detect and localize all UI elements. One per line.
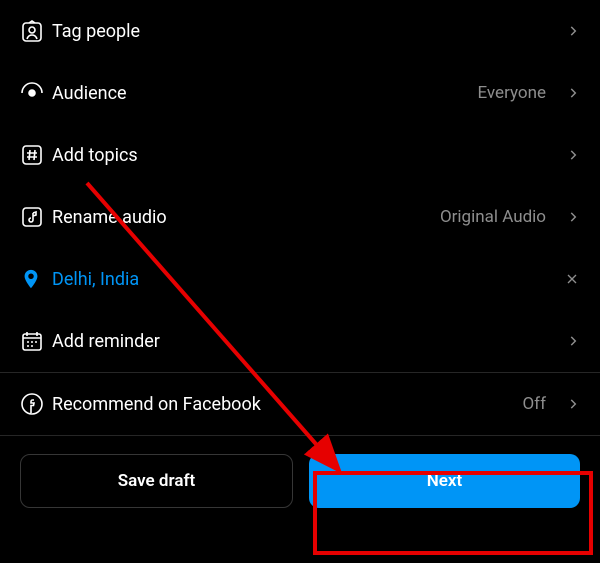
chevron-right-icon — [556, 210, 580, 224]
close-icon[interactable] — [556, 271, 580, 287]
save-draft-button[interactable]: Save draft — [20, 454, 293, 508]
recommend-facebook-label: Recommend on Facebook — [52, 394, 522, 415]
next-button[interactable]: Next — [309, 454, 580, 508]
tag-people-label: Tag people — [52, 21, 556, 42]
location-row[interactable]: Delhi, India — [0, 248, 600, 310]
location-label: Delhi, India — [52, 269, 556, 290]
rename-audio-value: Original Audio — [440, 207, 546, 227]
chevron-right-icon — [556, 334, 580, 348]
rename-audio-label: Rename audio — [52, 207, 440, 228]
add-reminder-label: Add reminder — [52, 331, 556, 352]
save-draft-label: Save draft — [118, 471, 195, 491]
chevron-right-icon — [556, 86, 580, 100]
hashtag-icon — [20, 143, 52, 167]
audience-row[interactable]: Audience Everyone — [0, 62, 600, 124]
audio-icon — [20, 205, 52, 229]
audience-label: Audience — [52, 83, 477, 104]
tag-people-icon — [20, 19, 52, 43]
options-list: Tag people Audience Everyone — [0, 0, 600, 436]
chevron-right-icon — [556, 148, 580, 162]
audience-icon — [20, 81, 52, 105]
add-topics-label: Add topics — [52, 145, 556, 166]
next-label: Next — [427, 471, 463, 491]
tag-people-row[interactable]: Tag people — [0, 0, 600, 62]
recommend-facebook-row[interactable]: Recommend on Facebook Off — [0, 373, 600, 435]
chevron-right-icon — [556, 397, 580, 411]
recommend-facebook-value: Off — [522, 394, 546, 414]
chevron-right-icon — [556, 24, 580, 38]
audience-value: Everyone — [477, 83, 546, 103]
rename-audio-row[interactable]: Rename audio Original Audio — [0, 186, 600, 248]
facebook-icon — [20, 392, 52, 416]
location-pin-icon — [20, 268, 52, 290]
footer: Save draft Next — [0, 436, 600, 526]
add-reminder-row[interactable]: Add reminder — [0, 310, 600, 372]
calendar-icon — [20, 329, 52, 353]
add-topics-row[interactable]: Add topics — [0, 124, 600, 186]
